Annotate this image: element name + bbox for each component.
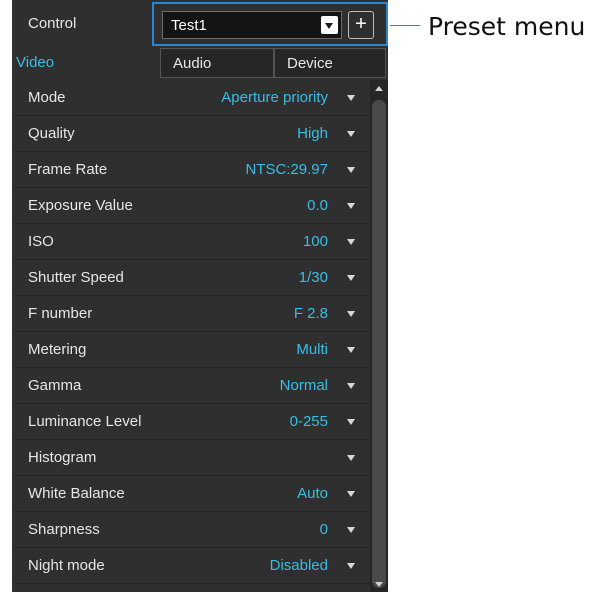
chevron-down-icon[interactable] xyxy=(347,347,355,353)
setting-value: Aperture priority xyxy=(221,89,328,106)
chevron-down-icon[interactable] xyxy=(347,239,355,245)
setting-label: White Balance xyxy=(28,485,125,502)
setting-row-frame-rate[interactable]: Frame Rate NTSC:29.97 xyxy=(12,152,370,188)
chevron-down-icon[interactable] xyxy=(347,491,355,497)
setting-row-f-number[interactable]: F number F 2.8 xyxy=(12,296,370,332)
setting-value: Auto xyxy=(297,485,328,502)
vertical-scrollbar[interactable] xyxy=(370,80,388,592)
setting-value: 100 xyxy=(302,233,328,250)
setting-label: Night mode xyxy=(28,557,105,574)
setting-value: Normal xyxy=(279,377,328,394)
setting-value: 0.0 xyxy=(307,197,328,214)
setting-row-night-mode[interactable]: Night mode Disabled xyxy=(12,548,370,584)
setting-row-shutter-speed[interactable]: Shutter Speed 1/30 xyxy=(12,260,370,296)
setting-value: NTSC:29.97 xyxy=(245,161,328,178)
setting-label: Metering xyxy=(28,341,87,358)
setting-label: Histogram xyxy=(28,449,97,466)
settings-list: Mode Aperture priority Quality High Fram… xyxy=(12,80,370,584)
setting-value: High xyxy=(297,125,328,142)
setting-value: Disabled xyxy=(269,557,328,574)
tab-device[interactable]: Device xyxy=(274,48,386,78)
dropdown-arrow-icon[interactable] xyxy=(321,16,338,34)
setting-label: Mode xyxy=(28,89,66,106)
setting-value: 0-255 xyxy=(289,413,328,430)
setting-label: Luminance Level xyxy=(28,413,142,430)
preset-menu-highlight: Test1 + xyxy=(152,2,388,46)
chevron-down-icon[interactable] xyxy=(347,419,355,425)
chevron-down-icon[interactable] xyxy=(347,275,355,281)
setting-label: F number xyxy=(28,305,93,322)
chevron-down-icon[interactable] xyxy=(347,563,355,569)
setting-row-white-balance[interactable]: White Balance Auto xyxy=(12,476,370,512)
preset-value: Test1 xyxy=(171,17,207,34)
setting-label: Sharpness xyxy=(28,521,100,538)
control-label: Control xyxy=(28,15,77,32)
setting-label: Frame Rate xyxy=(28,161,108,178)
setting-row-quality[interactable]: Quality High xyxy=(12,116,370,152)
setting-value: 0 xyxy=(319,521,328,538)
setting-label: Gamma xyxy=(28,377,82,394)
scroll-down-icon[interactable] xyxy=(375,582,383,587)
preset-dropdown[interactable]: Test1 xyxy=(162,11,342,39)
setting-row-gamma[interactable]: Gamma Normal xyxy=(12,368,370,404)
callout-leader-line xyxy=(390,25,420,26)
setting-value: F 2.8 xyxy=(293,305,328,322)
setting-label: Shutter Speed xyxy=(28,269,124,286)
tab-audio[interactable]: Audio xyxy=(160,48,274,78)
setting-value: 1/30 xyxy=(298,269,328,286)
chevron-down-icon[interactable] xyxy=(347,527,355,533)
setting-row-histogram[interactable]: Histogram xyxy=(12,440,370,476)
setting-label: ISO xyxy=(28,233,54,250)
chevron-down-icon[interactable] xyxy=(347,131,355,137)
preset-menu-callout: Preset menu xyxy=(428,12,586,41)
scroll-up-icon[interactable] xyxy=(375,86,383,91)
setting-row-sharpness[interactable]: Sharpness 0 xyxy=(12,512,370,548)
setting-label: Quality xyxy=(28,125,75,142)
setting-row-exposure-value[interactable]: Exposure Value 0.0 xyxy=(12,188,370,224)
setting-value: Multi xyxy=(296,341,328,358)
add-preset-button[interactable]: + xyxy=(348,11,374,39)
chevron-down-icon[interactable] xyxy=(347,383,355,389)
setting-row-metering[interactable]: Metering Multi xyxy=(12,332,370,368)
chevron-down-icon[interactable] xyxy=(347,95,355,101)
tab-video[interactable]: Video xyxy=(16,48,150,78)
setting-label: Exposure Value xyxy=(28,197,133,214)
setting-row-luminance-level[interactable]: Luminance Level 0-255 xyxy=(12,404,370,440)
chevron-down-icon[interactable] xyxy=(347,311,355,317)
chevron-down-icon[interactable] xyxy=(347,203,355,209)
chevron-down-icon[interactable] xyxy=(347,167,355,173)
setting-row-iso[interactable]: ISO 100 xyxy=(12,224,370,260)
setting-row-mode[interactable]: Mode Aperture priority xyxy=(12,80,370,116)
scroll-thumb[interactable] xyxy=(372,100,386,588)
chevron-down-icon[interactable] xyxy=(347,455,355,461)
